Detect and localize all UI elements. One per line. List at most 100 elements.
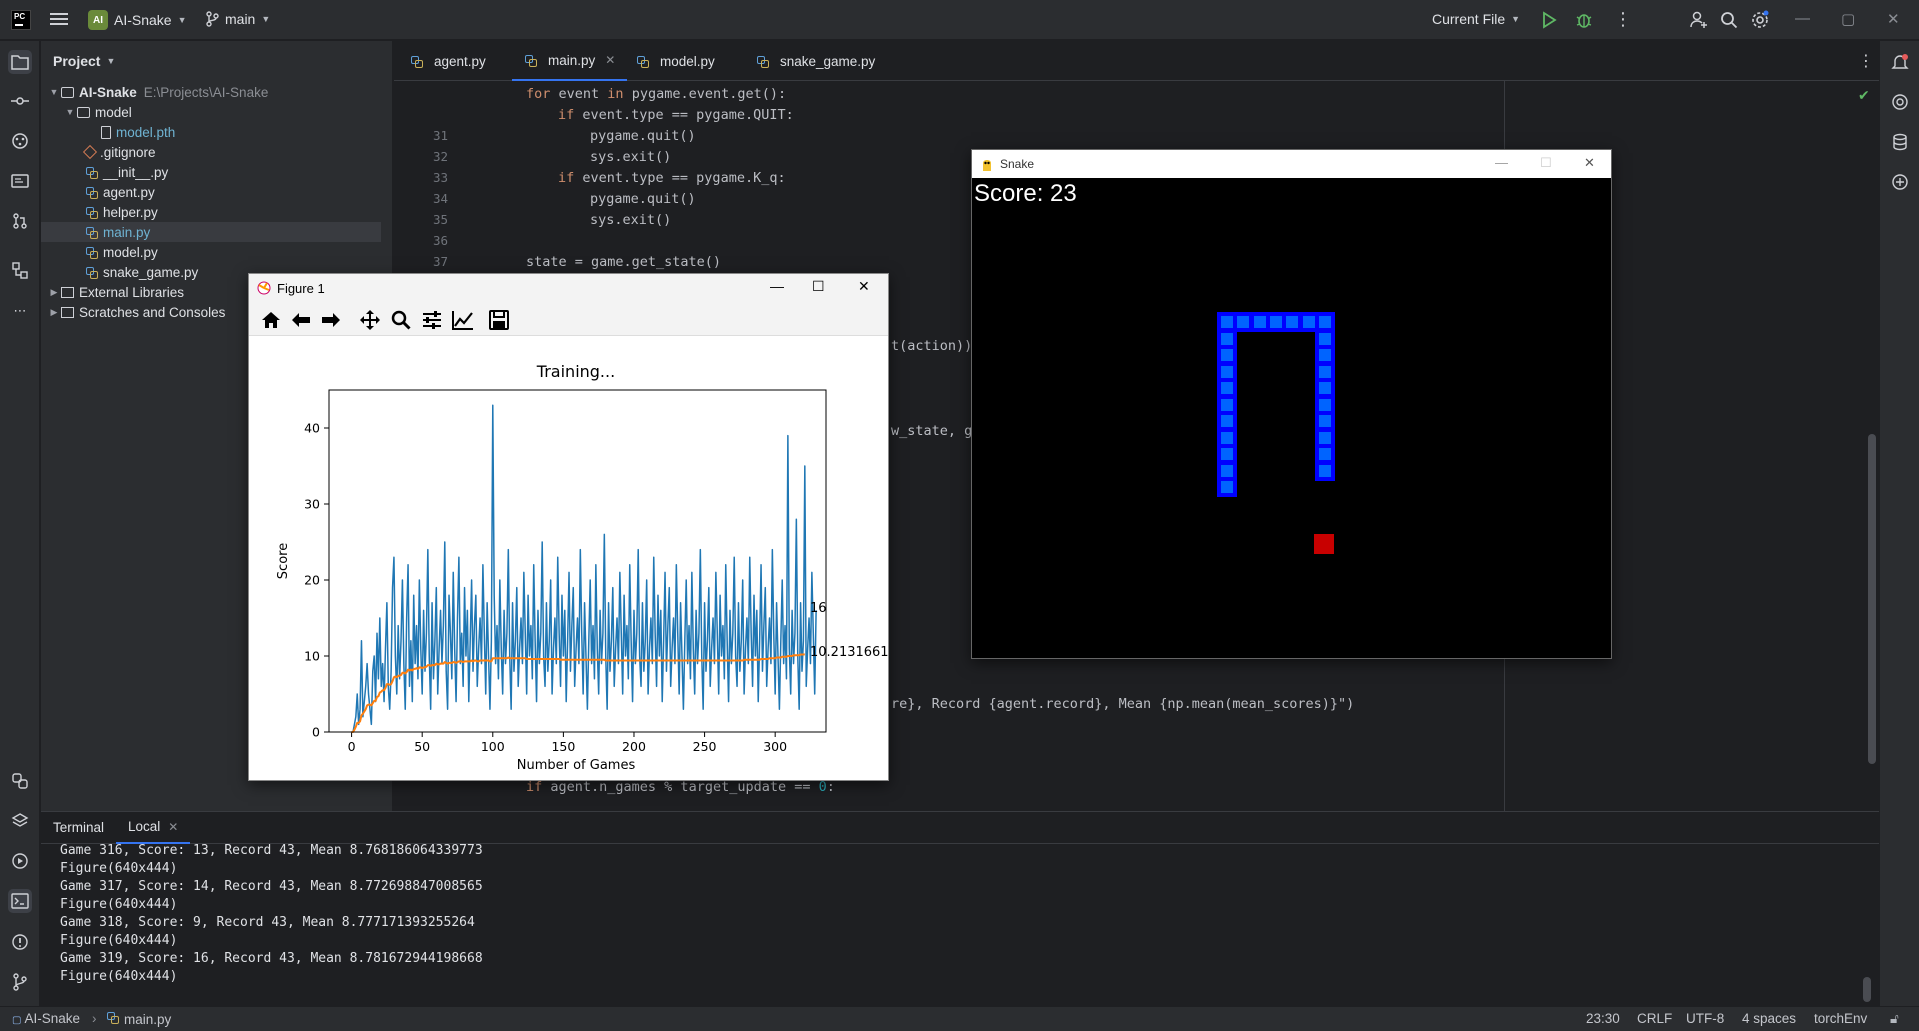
tree-item-main[interactable]: main.py [41, 222, 381, 242]
status-line-separator[interactable]: CRLF [1637, 1011, 1672, 1026]
code-line-36[interactable]: pygame.quit() [590, 191, 696, 207]
series-line-score [351, 404, 817, 733]
code-line-35[interactable]: if event.type == pygame.K_q: [558, 170, 786, 186]
inspection-ok-icon[interactable]: ✔ [1858, 87, 1870, 104]
add-user-icon[interactable] [1689, 10, 1709, 30]
services-icon[interactable] [8, 849, 32, 873]
save-icon[interactable] [487, 308, 511, 332]
minimize-icon[interactable]: — [1495, 155, 1508, 170]
python-file-icon [756, 55, 769, 68]
tab-model[interactable]: model.py [636, 41, 715, 81]
run-config-selector[interactable]: Current File ▼ [1432, 11, 1520, 27]
project-panel-header[interactable]: Project ▼ [41, 41, 392, 81]
debug-icon[interactable] [1575, 11, 1593, 29]
minimize-icon[interactable]: — [770, 278, 784, 294]
search-icon[interactable] [1720, 11, 1738, 29]
git-icon[interactable] [8, 970, 32, 994]
main-menu-icon[interactable] [50, 10, 68, 28]
code-fragment-print[interactable]: re}, Record {agent.record}, Mean {np.mea… [891, 696, 1354, 712]
home-icon[interactable] [259, 308, 283, 332]
code-fragment-action[interactable]: t(action)) [891, 338, 972, 354]
tab-main[interactable]: main.py ✕ [512, 41, 628, 81]
code-line-31[interactable]: for event in pygame.event.get(): [526, 86, 786, 102]
database-icon[interactable] [1888, 130, 1912, 154]
lock-icon[interactable]: 🔓︎ [1890, 1011, 1899, 1027]
code-fragment-state[interactable]: w_state, ga [891, 423, 980, 439]
python-file-icon [85, 186, 98, 199]
maximize-icon[interactable]: ☐ [812, 278, 825, 295]
configure-subplots-icon[interactable] [420, 308, 444, 332]
close-icon[interactable]: ✕ [858, 278, 870, 295]
plugins-icon[interactable] [8, 129, 32, 153]
code-line-32[interactable]: if event.type == pygame.QUIT: [558, 107, 794, 123]
close-tab-icon[interactable]: ✕ [168, 820, 178, 834]
project-selector[interactable]: AI AI-Snake ▼ [88, 10, 187, 30]
project-tool-icon[interactable] [8, 50, 32, 74]
python-console-icon[interactable] [8, 769, 32, 793]
learn-icon[interactable] [8, 169, 32, 193]
run-icon[interactable] [1541, 11, 1557, 29]
minimize-icon[interactable]: — [1795, 10, 1810, 27]
tab-local[interactable]: Local ✕ [116, 812, 191, 844]
tree-item-helper[interactable]: helper.py [85, 202, 158, 222]
zoom-icon[interactable] [389, 308, 413, 332]
snake-titlebar[interactable]: Snake — ☐ ✕ [972, 150, 1611, 178]
terminal-line: Figure(640x444) [60, 861, 178, 876]
terminal-line: Game 317, Score: 14, Record 43, Mean 8.7… [60, 879, 483, 894]
status-interpreter[interactable]: torchEnv [1814, 1011, 1867, 1026]
tree-item-model-pth[interactable]: model.pth [101, 122, 175, 142]
tree-item-gitignore[interactable]: .gitignore [82, 142, 156, 162]
tabs-more-icon[interactable]: ⋮ [1858, 51, 1874, 71]
project-name: AI-Snake [114, 12, 172, 28]
status-file[interactable]: main.py [106, 1011, 171, 1027]
status-encoding[interactable]: UTF-8 [1686, 1011, 1724, 1026]
close-tab-icon[interactable]: ✕ [605, 53, 615, 67]
restore-icon[interactable]: ▢ [1841, 10, 1855, 28]
close-icon[interactable]: ✕ [1584, 155, 1595, 171]
tree-item-scratches[interactable]: ▶ Scratches and Consoles [47, 302, 226, 322]
edit-axis-icon[interactable] [451, 308, 475, 332]
status-project[interactable]: ▢ AI-Snake [12, 1011, 80, 1026]
tree-item-root[interactable]: ▼ AI-Snake E:\Projects\AI-Snake [47, 82, 269, 102]
notifications-icon[interactable] [1888, 50, 1912, 74]
tab-agent[interactable]: agent.py [410, 41, 486, 81]
maximize-icon[interactable]: ☐ [1540, 155, 1552, 171]
commit-icon[interactable] [8, 89, 32, 113]
terminal-scrollbar[interactable] [1863, 977, 1871, 1002]
file-icon [101, 125, 111, 139]
editor-scrollbar[interactable] [1868, 434, 1876, 764]
more-actions-icon[interactable]: ⋮ [1614, 9, 1632, 30]
status-cursor-position[interactable]: 23:30 [1586, 1011, 1620, 1026]
code-line-33[interactable]: pygame.quit() [590, 128, 696, 144]
code-line-37[interactable]: sys.exit() [590, 212, 671, 228]
code-line-34[interactable]: sys.exit() [590, 149, 671, 165]
forward-arrow-icon[interactable] [319, 308, 343, 332]
status-indent[interactable]: 4 spaces [1742, 1011, 1796, 1026]
layers-icon[interactable] [8, 809, 32, 833]
more-tools-icon[interactable]: ⋯ [8, 299, 32, 323]
tree-item-snake-game[interactable]: snake_game.py [85, 262, 198, 282]
code-line-39[interactable]: state = game.get_state() [526, 254, 721, 270]
tree-item-model-folder[interactable]: ▼ model [63, 102, 132, 122]
tree-item-external-libraries[interactable]: ▶ External Libraries [47, 282, 185, 302]
pull-requests-icon[interactable] [8, 209, 32, 233]
structure-icon[interactable] [8, 259, 32, 283]
pan-icon[interactable] [358, 308, 382, 332]
figure-window: Figure 1 — ☐ ✕ Training... 0 50 100 150 200 2… [248, 273, 889, 781]
pycharm-logo: PC [11, 10, 31, 30]
terminal-icon[interactable] [8, 889, 32, 913]
gitignore-icon [82, 144, 98, 160]
tree-item-init[interactable]: __init__.py [85, 162, 168, 182]
close-icon[interactable]: ✕ [1887, 10, 1900, 28]
sciview-icon[interactable] [1888, 170, 1912, 194]
tree-item-model-py[interactable]: model.py [85, 242, 158, 262]
tree-item-agent[interactable]: agent.py [85, 182, 155, 202]
problems-icon[interactable] [8, 930, 32, 954]
tab-snake-game[interactable]: snake_game.py [756, 41, 875, 81]
back-arrow-icon[interactable] [289, 308, 313, 332]
settings-gear-icon[interactable] [1750, 10, 1770, 30]
ai-assistant-icon[interactable] [1888, 90, 1912, 114]
branch-selector[interactable]: main ▼ [205, 11, 270, 27]
figure-titlebar[interactable]: Figure 1 — ☐ ✕ [249, 274, 888, 302]
code-line-64[interactable]: if agent.n_games % target_update == 0: [526, 779, 835, 795]
